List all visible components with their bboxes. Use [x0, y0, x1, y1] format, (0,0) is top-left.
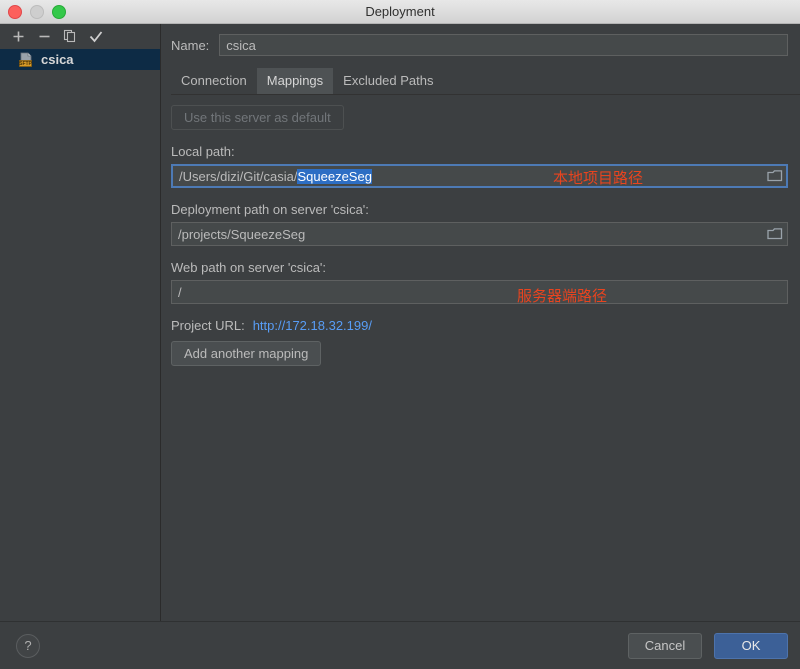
tab-bar: Connection Mappings Excluded Paths	[171, 68, 800, 95]
server-name-label: csica	[41, 52, 74, 67]
local-path-row: /Users/dizi/Git/casia/SqueezeSeg	[171, 164, 788, 188]
web-path-input[interactable]: /	[171, 280, 788, 304]
tab-mappings[interactable]: Mappings	[256, 68, 334, 94]
tab-connection[interactable]: Connection	[171, 68, 257, 94]
window-titlebar: Deployment	[0, 0, 800, 24]
local-path-label: Local path:	[171, 144, 235, 159]
browse-deployment-path-folder-icon[interactable]	[767, 227, 783, 241]
server-list-item-csica[interactable]: SFTP csica	[0, 49, 160, 70]
browse-local-path-folder-icon[interactable]	[767, 169, 783, 183]
help-button[interactable]: ?	[16, 633, 40, 658]
project-url-link[interactable]: http://172.18.32.199/	[253, 318, 372, 333]
window-title: Deployment	[365, 4, 435, 19]
web-path-label: Web path on server 'csica':	[171, 260, 327, 275]
local-path-input[interactable]: /Users/dizi/Git/casia/SqueezeSeg	[171, 164, 788, 188]
server-sidebar: SFTP csica	[0, 24, 161, 621]
add-another-mapping-button[interactable]: Add another mapping	[171, 341, 322, 366]
use-this-server-as-default-button[interactable]: Use this server as default	[171, 105, 344, 130]
copy-server-button[interactable]	[58, 25, 82, 47]
deployment-path-input[interactable]: /projects/SqueezeSeg	[171, 222, 788, 246]
dialog-body: SFTP csica Name: csica Connection Mappin…	[0, 24, 800, 621]
name-input[interactable]: csica	[219, 34, 788, 56]
add-server-button[interactable]	[6, 25, 30, 47]
svg-text:SFTP: SFTP	[19, 61, 32, 67]
ok-button[interactable]: OK	[714, 632, 788, 659]
set-default-server-button[interactable]	[84, 25, 108, 47]
name-label: Name:	[171, 37, 210, 53]
dialog-footer: ? Cancel OK	[0, 621, 800, 669]
project-url-row: Project URL: http://172.18.32.199/	[171, 318, 788, 333]
remove-server-button[interactable]	[32, 25, 56, 47]
project-url-label: Project URL:	[171, 318, 245, 333]
tab-excluded-paths[interactable]: Excluded Paths	[333, 68, 444, 94]
sftp-server-icon: SFTP	[18, 52, 35, 68]
local-path-selected-text: SqueezeSeg	[297, 168, 372, 184]
deployment-form: Name: csica Connection Mappings Excluded…	[161, 24, 800, 621]
local-path-prefix-text: /Users/dizi/Git/casia/	[179, 168, 298, 184]
deployment-path-label: Deployment path on server 'csica':	[171, 202, 369, 217]
mappings-panel: Use this server as default Local path: /…	[161, 95, 800, 366]
deployment-path-row: /projects/SqueezeSeg	[171, 222, 788, 246]
sidebar-toolbar	[0, 24, 160, 48]
name-row: Name: csica	[161, 24, 800, 56]
add-mapping-wrap: Add another mapping	[171, 341, 788, 366]
cancel-button[interactable]: Cancel	[628, 632, 702, 659]
server-list: SFTP csica	[0, 48, 160, 621]
